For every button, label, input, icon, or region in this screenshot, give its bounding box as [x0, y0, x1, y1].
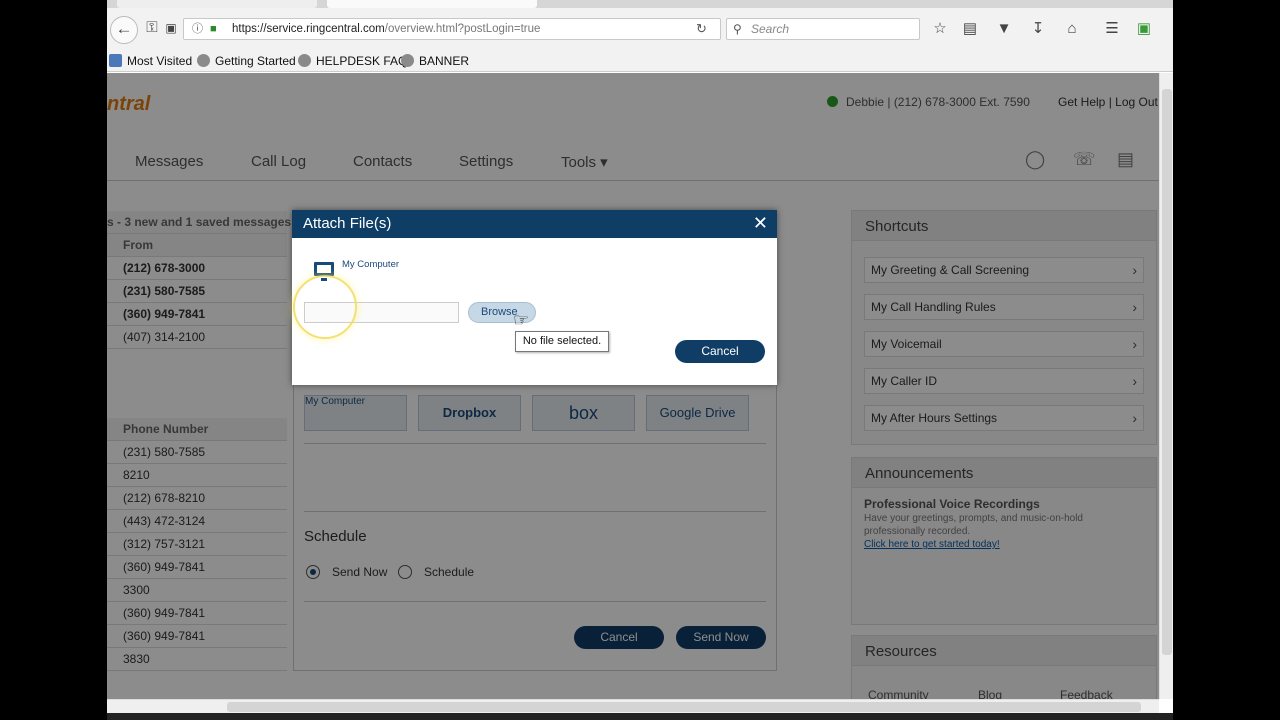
globe-icon	[197, 54, 210, 67]
bookmark-getting-started[interactable]: Getting Started	[197, 53, 296, 69]
extension-icon[interactable]: ▣	[1135, 21, 1153, 37]
horizontal-scrollbar[interactable]	[107, 699, 1159, 713]
bookmark-most-visited[interactable]: Most Visited	[109, 53, 192, 69]
back-icon[interactable]: ←	[110, 16, 138, 44]
reload-icon[interactable]: ↻	[696, 19, 707, 39]
browser-tab-active[interactable]	[327, 0, 537, 8]
taskbar	[107, 713, 1173, 720]
scroll-thumb[interactable]	[1162, 89, 1172, 655]
my-computer-label: My Computer	[342, 259, 400, 270]
reader-icon[interactable]: ▣	[163, 15, 179, 41]
attach-files-dialog: Attach File(s) ✕ My Computer Browse Canc…	[292, 210, 777, 385]
globe-icon	[401, 54, 414, 67]
browser-tab[interactable]	[117, 0, 317, 8]
search-input[interactable]: ⚲ Search	[726, 18, 920, 40]
lock-icon: ■	[210, 23, 217, 35]
key-icon[interactable]: ⚿	[143, 15, 161, 41]
menu-icon[interactable]: ☰	[1103, 21, 1121, 37]
tab-strip	[107, 0, 1173, 8]
url-host: https://service.ringcentral.com	[232, 23, 385, 35]
file-tooltip: No file selected.	[515, 331, 609, 352]
url-bar[interactable]: ⓘ ■ https://service.ringcentral.com/over…	[183, 18, 721, 40]
folder-icon	[109, 54, 122, 67]
bookmarks-bar: Most Visited Getting Started HELPDESK FA…	[107, 50, 1173, 72]
click-highlight	[293, 275, 357, 339]
modal-overlay	[107, 73, 1159, 699]
bookmark-banner[interactable]: BANNER	[401, 53, 469, 69]
pocket-icon[interactable]: ▼	[995, 21, 1013, 37]
info-icon[interactable]: ⓘ	[192, 19, 203, 39]
monitor-icon	[314, 262, 334, 281]
search-placeholder: Search	[751, 22, 790, 36]
dialog-cancel-button[interactable]: Cancel	[675, 340, 765, 363]
search-icon: ⚲	[733, 22, 742, 36]
nav-toolbar: ← ⚿ ▣ ⓘ ■ https://service.ringcentral.co…	[107, 8, 1173, 50]
clipboard-icon[interactable]: ▤	[961, 21, 979, 37]
vertical-scrollbar[interactable]	[1159, 73, 1173, 699]
home-icon[interactable]: ⌂	[1063, 21, 1081, 37]
bookmark-star-icon[interactable]: ☆	[931, 21, 949, 37]
browser-window: ← ⚿ ▣ ⓘ ■ https://service.ringcentral.co…	[107, 0, 1173, 720]
scroll-thumb[interactable]	[227, 702, 1141, 712]
close-icon[interactable]: ✕	[753, 210, 768, 236]
dialog-title: Attach File(s) ✕	[292, 210, 777, 238]
url-path: /overview.html?postLogin=true	[384, 23, 541, 35]
download-icon[interactable]: ↧	[1029, 21, 1047, 37]
hand-cursor-icon: ☞	[513, 310, 530, 330]
globe-icon	[298, 54, 311, 67]
bookmark-helpdesk-faq[interactable]: HELPDESK FAQ	[298, 53, 407, 69]
